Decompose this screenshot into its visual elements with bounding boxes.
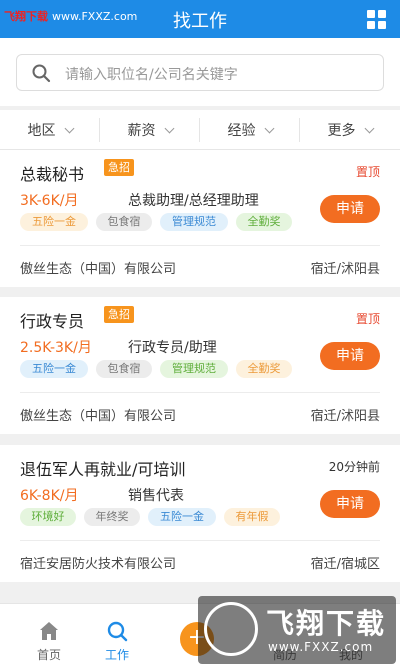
job-card[interactable]: 总裁秘书 急招 置顶 3K-6K/月 总裁助理/总经理助理 五险一金 包食宿 管…	[0, 150, 400, 287]
home-icon	[40, 622, 58, 640]
job-title: 行政专员	[20, 312, 85, 331]
watermark-bottom-right: 飞翔下载 www.FXXZ.com	[198, 596, 396, 664]
search-input[interactable]: 请输入职位名/公司名关键字	[16, 54, 384, 91]
chevron-down-icon	[164, 123, 174, 133]
chevron-down-icon	[364, 123, 374, 133]
tag: 管理规范	[160, 360, 228, 378]
tab-label: 工作	[104, 648, 129, 662]
salary: 2.5K-3K/月	[20, 340, 92, 356]
grid-menu-icon[interactable]	[367, 10, 386, 29]
urgent-badge: 急招	[104, 159, 134, 176]
job-card[interactable]: 行政专员 急招 置顶 2.5K-3K/月 行政专员/助理 五险一金 包食宿 管理…	[0, 297, 400, 434]
divider	[20, 540, 380, 541]
location: 宿迁/沭阳县	[310, 409, 380, 424]
position: 行政专员/助理	[128, 340, 217, 356]
position: 销售代表	[128, 488, 184, 504]
tag: 年终奖	[84, 508, 140, 526]
apply-button[interactable]: 申请	[320, 490, 380, 518]
job-title: 退伍军人再就业/可培训	[20, 460, 186, 479]
filter-region[interactable]: 地区	[0, 110, 100, 150]
apply-button[interactable]: 申请	[320, 342, 380, 370]
tag: 环境好	[20, 508, 76, 526]
filter-more[interactable]: 更多	[300, 110, 400, 150]
filter-label: 经验	[227, 123, 256, 139]
tag: 有年假	[224, 508, 280, 526]
tag: 管理规范	[160, 213, 228, 231]
tab-home[interactable]: 首页	[16, 604, 82, 667]
salary: 6K-8K/月	[20, 488, 79, 504]
chevron-down-icon	[64, 123, 74, 133]
app-header: 飞翔下载 www.FXXZ.com 找工作	[0, 0, 400, 38]
company-name: 宿迁安居防火技术有限公司	[20, 557, 177, 572]
job-title: 总裁秘书	[20, 165, 85, 184]
job-card[interactable]: 退伍军人再就业/可培训 20分钟前 6K-8K/月 销售代表 环境好 年终奖 五…	[0, 445, 400, 582]
filter-salary[interactable]: 薪资	[100, 110, 200, 150]
company-name: 傲丝生态（中国）有限公司	[20, 262, 177, 277]
search-icon	[32, 64, 51, 83]
tag: 五险一金	[20, 213, 88, 231]
tag: 包食宿	[96, 360, 152, 378]
search-section: 请输入职位名/公司名关键字	[0, 38, 400, 106]
company-name: 傲丝生态（中国）有限公司	[20, 409, 177, 424]
tab-work[interactable]: 工作	[84, 604, 150, 667]
divider	[20, 392, 380, 393]
salary: 3K-6K/月	[20, 193, 79, 209]
pinned-label: 置顶	[355, 165, 380, 179]
tab-label: 首页	[36, 648, 61, 662]
filter-bar: 地区 薪资 经验 更多	[0, 110, 400, 150]
search-placeholder: 请输入职位名/公司名关键字	[65, 67, 238, 83]
filter-label: 更多	[327, 123, 356, 139]
urgent-badge: 急招	[104, 306, 134, 323]
pinned-label: 置顶	[355, 312, 380, 326]
watermark-site: www.FXXZ.com	[268, 640, 374, 654]
filter-label: 薪资	[127, 123, 156, 139]
posted-time: 20分钟前	[328, 460, 380, 474]
chevron-down-icon	[264, 123, 274, 133]
search-icon	[107, 621, 128, 642]
tag: 包食宿	[96, 213, 152, 231]
tag: 全勤奖	[236, 213, 292, 231]
location: 宿迁/沭阳县	[310, 262, 380, 277]
page-title: 找工作	[173, 11, 227, 32]
watermark-brand: 飞翔下载	[266, 607, 387, 640]
tag: 五险一金	[20, 360, 88, 378]
filter-experience[interactable]: 经验	[200, 110, 300, 150]
position: 总裁助理/总经理助理	[128, 193, 259, 209]
divider	[20, 245, 380, 246]
location: 宿迁/宿城区	[310, 557, 380, 572]
filter-label: 地区	[27, 123, 56, 139]
apply-button[interactable]: 申请	[320, 195, 380, 223]
tag: 五险一金	[148, 508, 216, 526]
logo-icon	[204, 602, 258, 656]
tag: 全勤奖	[236, 360, 292, 378]
